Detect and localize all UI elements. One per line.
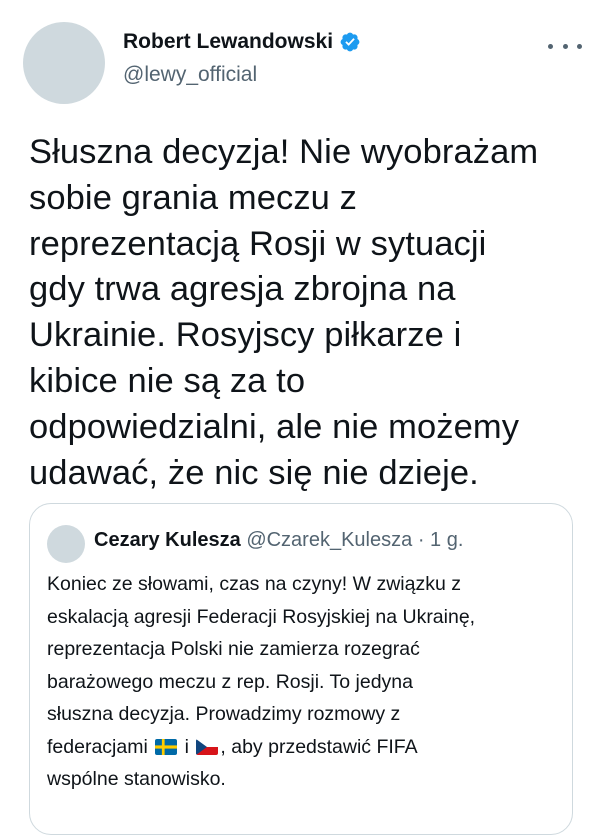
quoted-text-line: barażowego meczu z rep. Rosji. To jedyna [47,670,413,693]
quoted-text-line: wspólne stanowisko. [47,768,226,790]
quoted-text-line: federacjami i , aby przedstawić FIFA [47,731,567,764]
quoted-timestamp[interactable]: 1 g. [430,529,463,551]
quoted-text: Koniec ze słowami, czas na czyny! W zwią… [47,568,567,796]
verified-badge-icon [340,32,360,52]
more-dot [562,43,568,49]
more-options-icon[interactable] [548,40,582,52]
more-dot [548,43,553,49]
quoted-author-name[interactable]: Cezary Kulesza [94,529,241,551]
quoted-header: Cezary Kulesza @Czarek_Kulesza · 1 g. [94,529,463,552]
quoted-text-segment: , aby przedstawić FIFA [220,735,418,758]
more-dot [577,43,582,49]
quoted-text-line: słuszna decyzja. Prowadzimy rozmowy z [47,703,401,725]
quoted-tweet[interactable]: Cezary Kulesza @Czarek_Kulesza · 1 g. Ko… [29,503,573,835]
author-handle[interactable]: @lewy_official [123,63,257,87]
quoted-text-line: eskalacją agresji Federacji Rosyjskiej n… [47,605,476,628]
czech-flag-icon [196,738,219,755]
quoted-author-handle[interactable]: @Czarek_Kulesza [246,529,412,551]
quoted-author-avatar[interactable] [47,525,85,563]
quoted-separator: · [417,529,425,551]
quoted-text-line: Koniec ze słowami, czas na czyny! W zwią… [47,573,461,595]
tweet-text: Słuszna decyzja! Nie wyobrażam sobie gra… [29,133,539,492]
quoted-text-segment: federacjami [47,735,148,758]
quoted-text-segment: i [184,735,189,758]
author-name[interactable]: Robert Lewandowski [123,30,333,54]
author-avatar[interactable] [23,22,105,104]
quoted-text-line: reprezentacja Polski nie zamierza rozegr… [47,638,420,660]
author-name-row: Robert Lewandowski [123,30,361,54]
sweden-flag-icon [155,738,178,755]
